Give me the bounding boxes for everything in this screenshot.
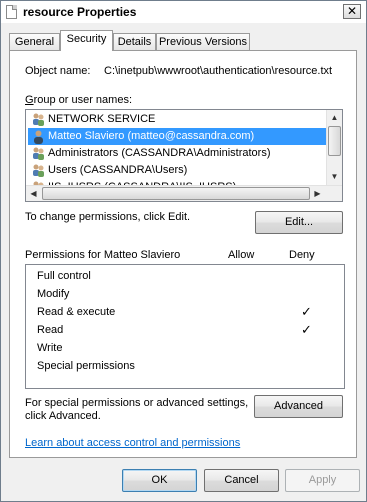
permission-name: Full control — [37, 270, 91, 282]
group-icon — [33, 164, 44, 177]
tab-security[interactable]: Security — [60, 30, 113, 51]
horizontal-scroll-thumb[interactable] — [42, 187, 310, 200]
group-icon — [33, 113, 44, 126]
permission-name: Modify — [37, 288, 70, 300]
advanced-button-label: Advanced — [274, 400, 323, 412]
advanced-text-line2: click Advanced. — [25, 410, 101, 422]
object-name-value: C:\inetpub\wwwroot\authentication\resour… — [104, 65, 333, 77]
deny-check-icon: ✓ — [301, 304, 312, 319]
permission-row: Special permissions — [37, 357, 337, 375]
object-name-label: Object name: — [25, 65, 91, 77]
allow-header: Allow — [228, 249, 255, 261]
title-bar: resource Properties ✕ — [1, 1, 366, 23]
group-icon — [33, 147, 44, 160]
vertical-scrollbar[interactable]: ▲ ▼ — [326, 110, 342, 185]
tab-previous-versions[interactable]: Previous Versions — [156, 33, 250, 50]
change-permissions-text: To change permissions, click Edit. — [25, 211, 191, 223]
edit-button[interactable]: Edit... — [255, 211, 343, 234]
horizontal-scrollbar[interactable]: ◀ ▶ — [26, 185, 342, 201]
tab-general[interactable]: General — [9, 33, 60, 50]
window-title: resource Properties — [23, 5, 137, 19]
user-icon — [34, 130, 43, 144]
permission-row: Read ✓ — [37, 321, 337, 339]
properties-dialog: resource Properties ✕ General Security D… — [0, 0, 367, 502]
list-item[interactable]: Administrators (CASSANDRA\Administrators… — [28, 145, 328, 162]
deny-header: Deny — [289, 249, 315, 261]
group-list-label-rest: roup or user names: — [33, 94, 132, 106]
edit-button-label: Edit... — [284, 216, 314, 228]
advanced-button[interactable]: Advanced — [254, 395, 343, 418]
permission-name: Read & execute — [37, 306, 116, 318]
scroll-up-icon[interactable]: ▲ — [327, 110, 342, 125]
scroll-down-icon[interactable]: ▼ — [327, 169, 342, 184]
file-icon — [6, 5, 17, 19]
permissions-for-label: Permissions for Matteo Slaviero — [25, 249, 181, 261]
group-listbox[interactable]: NETWORK SERVICE Matteo Slaviero (matteo@… — [25, 109, 343, 202]
permission-row: Modify — [37, 285, 337, 303]
apply-button[interactable]: Apply — [285, 469, 360, 492]
permission-row: Read & execute ✓ — [37, 303, 337, 321]
ok-button-label: OK — [151, 474, 168, 486]
ok-button[interactable]: OK — [122, 469, 197, 492]
permission-name: Special permissions — [37, 360, 135, 372]
list-item[interactable]: NETWORK SERVICE — [28, 111, 328, 128]
group-name: Users (CASSANDRA\Users) — [48, 164, 188, 176]
close-button[interactable]: ✕ — [343, 4, 361, 19]
list-item[interactable]: Users (CASSANDRA\Users) — [28, 162, 328, 179]
permissions-list: Full control Modify Read & execute ✓ Rea… — [25, 264, 345, 389]
group-name: Administrators (CASSANDRA\Administrators… — [48, 147, 271, 159]
scroll-left-icon[interactable]: ◀ — [26, 186, 41, 201]
advanced-text-line1: For special permissions or advanced sett… — [25, 397, 249, 409]
cancel-button[interactable]: Cancel — [204, 469, 279, 492]
vertical-scroll-thumb[interactable] — [328, 126, 341, 156]
deny-check-icon: ✓ — [301, 322, 312, 337]
group-name: Matteo Slaviero (matteo@cassandra.com) — [48, 130, 255, 142]
permission-row: Full control — [37, 267, 337, 285]
permission-name: Read — [37, 324, 64, 336]
permission-name: Write — [37, 342, 63, 354]
group-name: NETWORK SERVICE — [48, 113, 156, 125]
scroll-right-icon[interactable]: ▶ — [310, 186, 325, 201]
cancel-button-label: Cancel — [224, 474, 259, 486]
permission-row: Write — [37, 339, 337, 357]
apply-button-label: Apply — [308, 474, 337, 486]
list-item-selected[interactable]: Matteo Slaviero (matteo@cassandra.com) — [28, 128, 326, 145]
group-list-label: Group or user names: — [25, 94, 132, 106]
tab-details[interactable]: Details — [113, 33, 156, 50]
learn-more-link[interactable]: Learn about access control and permissio… — [25, 437, 240, 449]
